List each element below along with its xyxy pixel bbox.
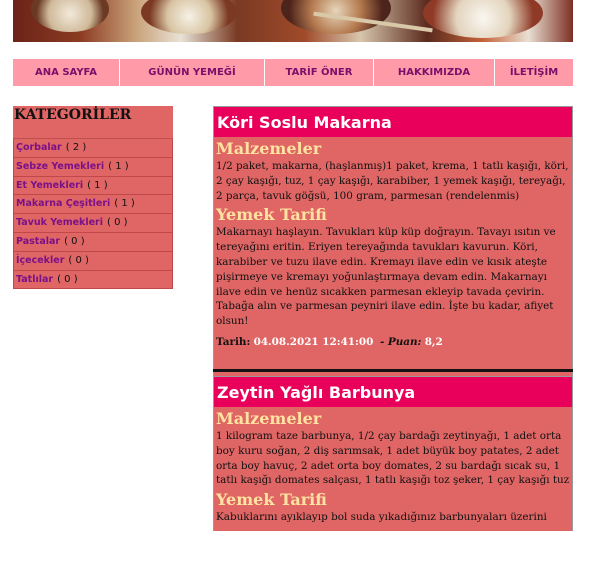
- recipe-title[interactable]: Zeytin Yağlı Barbunya: [214, 376, 572, 407]
- nav-contact[interactable]: İLETİŞİM: [495, 59, 573, 86]
- category-count: ( 0 ): [57, 273, 78, 285]
- category-count: ( 2 ): [65, 142, 87, 153]
- nav-suggest-recipe[interactable]: TARİF ÖNER: [265, 59, 374, 86]
- food-plate-image: [423, 0, 543, 38]
- category-count: ( 1 ): [87, 179, 108, 191]
- nav-about[interactable]: HAKKIMIZDA: [374, 59, 495, 86]
- category-link[interactable]: İçecekler: [16, 255, 64, 266]
- category-item-vegetables[interactable]: Sebze Yemekleri ( 1 ): [13, 157, 173, 177]
- category-count: ( 0 ): [68, 254, 89, 266]
- food-plate-image: [31, 0, 109, 32]
- category-link[interactable]: Pastalar: [16, 236, 60, 247]
- ingredients-heading: Malzemeler: [216, 408, 322, 428]
- category-link[interactable]: Sebze Yemekleri: [16, 161, 104, 172]
- nav-home[interactable]: ANA SAYFA: [13, 59, 120, 86]
- category-item-meat[interactable]: Et Yemekleri ( 1 ): [13, 176, 173, 196]
- category-count: ( 0 ): [107, 217, 128, 229]
- category-link[interactable]: Makarna Çeşitleri: [16, 198, 110, 209]
- recipe-heading: Yemek Tarifi: [216, 490, 327, 510]
- ingredients-text: 1/2 paket, makarna, (haşlanmış)1 paket, …: [216, 160, 569, 202]
- date-label: Tarih:: [216, 335, 251, 348]
- category-item-desserts[interactable]: Tatlılar ( 0 ): [13, 270, 173, 290]
- category-item-soups[interactable]: Çorbalar( 2 ): [13, 139, 173, 158]
- post-spacer: [213, 354, 573, 369]
- main-nav: ANA SAYFA GÜNÜN YEMEĞİ TARİF ÖNER HAKKIM…: [13, 59, 573, 86]
- category-link[interactable]: Et Yemekleri: [16, 180, 83, 191]
- category-link[interactable]: Çorbalar: [16, 142, 62, 153]
- recipe-text: Kabuklarını ayıklayıp bol suda yıkadığın…: [216, 511, 547, 524]
- header-banner-image: [13, 0, 573, 42]
- recipe-post: Zeytin Yağlı Barbunya Malzemeler 1 kilog…: [213, 375, 573, 531]
- recipe-text: Makarnayı haşlayın. Tavukları küp küp do…: [216, 226, 556, 328]
- ingredients-heading: Malzemeler: [216, 139, 322, 158]
- category-item-cakes[interactable]: Pastalar ( 0 ): [13, 232, 173, 252]
- category-link[interactable]: Tatlılar: [16, 274, 53, 285]
- category-sidebar: KATEGORİLER Çorbalar( 2 ) Sebze Yemekler…: [13, 106, 173, 290]
- recipe-heading: Yemek Tarifi: [216, 205, 327, 225]
- recipe-post: Köri Soslu Makarna Malzemeler 1/2 paket,…: [213, 106, 573, 355]
- ingredients-text: 1 kilogram taze barbunya, 1/2 çay bardağ…: [216, 429, 570, 487]
- food-plate-image: [141, 0, 237, 34]
- recipe-meta: Tarih: 04.08.2021 12:41:00 - Puan: 8,2: [216, 335, 570, 349]
- category-link[interactable]: Tavuk Yemekleri: [16, 217, 103, 228]
- category-count: ( 1 ): [108, 160, 129, 172]
- score-label: - Puan:: [379, 335, 422, 348]
- category-item-chicken[interactable]: Tavuk Yemekleri ( 0 ): [13, 214, 173, 233]
- recipe-list: Köri Soslu Makarna Malzemeler 1/2 paket,…: [213, 106, 573, 565]
- category-count: ( 1 ): [114, 198, 135, 210]
- nav-dish-of-the-day[interactable]: GÜNÜN YEMEĞİ: [120, 59, 265, 86]
- category-count: ( 0 ): [64, 235, 85, 247]
- recipe-title[interactable]: Köri Soslu Makarna: [214, 107, 572, 137]
- sidebar-title: KATEGORİLER: [13, 106, 173, 139]
- recipe-date: 04.08.2021 12:41:00: [253, 335, 374, 348]
- category-item-drinks[interactable]: İçecekler ( 0 ): [13, 251, 173, 271]
- recipe-score: 8,2: [424, 335, 443, 348]
- category-item-pasta[interactable]: Makarna Çeşitleri ( 1 ): [13, 195, 173, 215]
